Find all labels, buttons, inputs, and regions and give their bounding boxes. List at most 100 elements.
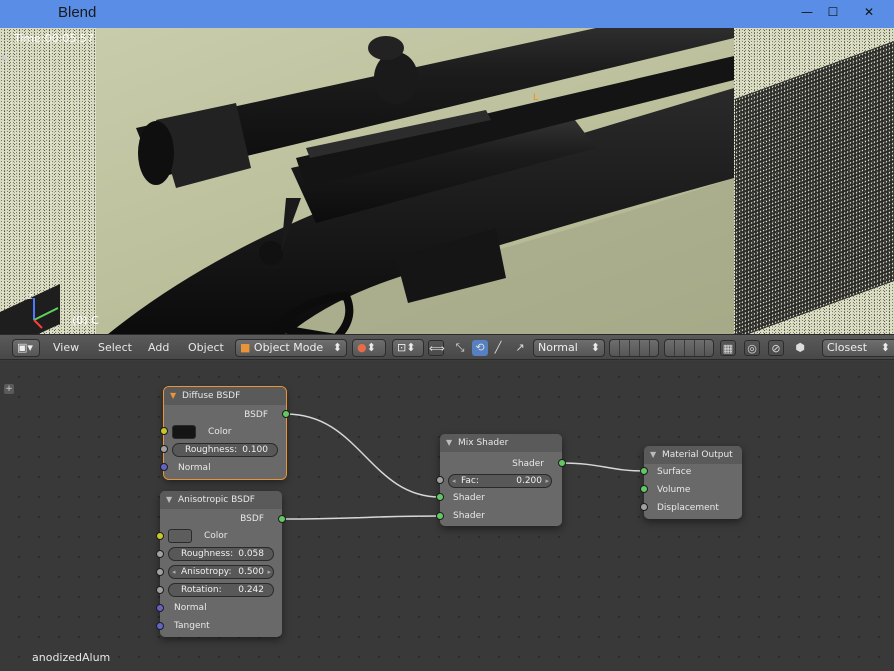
menu-add[interactable]: Add	[148, 341, 169, 354]
mix-fac-socket[interactable]	[436, 476, 444, 484]
window-title-bar: Blend — ☐ ✕	[0, 0, 894, 28]
anisotropic-color-socket[interactable]	[156, 532, 164, 540]
diffuse-roughness-socket[interactable]	[160, 445, 168, 453]
node-title: Material Output	[662, 450, 733, 460]
node-header[interactable]: ▼ Anisotropic BSDF	[160, 491, 282, 509]
anisotropic-rotation-socket[interactable]	[156, 586, 164, 594]
field-value: 0.500	[238, 567, 264, 577]
viewport-shading-select[interactable]: ●⬍	[352, 339, 386, 357]
material-name-label: anodizedAlum	[32, 651, 111, 664]
fac-field[interactable]: ◂ Fac: 0.200 ▸	[448, 474, 552, 488]
output-label: BSDF	[244, 410, 268, 420]
menu-select[interactable]: Select	[98, 341, 132, 354]
snap-toggle-icon[interactable]: ⊘	[768, 340, 784, 356]
field-label: Roughness:	[185, 445, 238, 455]
collapse-arrow-icon[interactable]: ▼	[650, 446, 656, 464]
scale-manipulator-icon[interactable]: ╱	[490, 340, 506, 356]
link-diffuse-to-mix	[285, 413, 441, 498]
anisotropic-tangent-socket[interactable]	[156, 622, 164, 630]
color-label: Color	[208, 427, 232, 437]
output-surface-socket[interactable]	[640, 467, 648, 475]
rifle-render-image: L	[108, 28, 734, 334]
material-output-node[interactable]: ▼ Material Output Surface Volume Displac…	[644, 446, 742, 519]
color-swatch[interactable]	[168, 529, 192, 543]
diffuse-bsdf-node[interactable]: ▼ Diffuse BSDF BSDF Color Roughness: 0.1…	[163, 386, 287, 480]
roughness-field[interactable]: Roughness: 0.058	[168, 547, 274, 561]
minimize-button[interactable]: —	[796, 2, 818, 22]
output-volume-socket[interactable]	[640, 485, 648, 493]
layer-buttons-1[interactable]	[609, 339, 659, 375]
output-displacement-socket[interactable]	[640, 503, 648, 511]
layer-buttons-2[interactable]	[664, 339, 714, 375]
field-value: 0.058	[238, 549, 264, 559]
field-label: Anisotropy:	[181, 567, 232, 577]
collapse-arrow-icon[interactable]: ▼	[170, 387, 176, 405]
field-value: 0.242	[238, 585, 264, 595]
viewport-corner-widget[interactable]: ◣	[2, 52, 14, 64]
noisy-render-region	[735, 37, 894, 334]
maximize-button[interactable]: ☐	[822, 2, 844, 22]
rotation-field[interactable]: Rotation: 0.242	[168, 583, 274, 597]
proportional-edit-icon[interactable]: ◎	[744, 340, 760, 356]
surface-label: Surface	[657, 467, 692, 477]
field-label: Fac:	[461, 476, 479, 486]
anisotropic-bsdf-output-socket[interactable]	[278, 515, 286, 523]
snap-target-label: Closest	[827, 341, 868, 354]
increment-arrow-icon[interactable]: ▸	[267, 566, 271, 578]
svg-text:Z: Z	[28, 293, 33, 301]
3d-view-header: ▣▾ View Select Add Object ■ Object Mode …	[0, 334, 894, 375]
render-time-label: Time:00:05.57	[14, 32, 94, 45]
anisotropic-roughness-socket[interactable]	[156, 550, 164, 558]
node-title: Diffuse BSDF	[182, 391, 241, 401]
anisotropic-bsdf-node[interactable]: ▼ Anisotropic BSDF BSDF Color Roughness:…	[160, 491, 282, 637]
mix-shader-node[interactable]: ▼ Mix Shader Shader ◂ Fac: 0.200 ▸ Shade…	[440, 434, 562, 526]
decrement-arrow-icon[interactable]: ◂	[452, 475, 456, 487]
manipulator-toggle-icon[interactable]: ⟺	[428, 340, 445, 356]
roughness-field[interactable]: Roughness: 0.100	[172, 443, 278, 457]
menu-object[interactable]: Object	[188, 341, 224, 354]
color-swatch[interactable]	[172, 425, 196, 439]
transform-orientation-label: Normal	[538, 341, 578, 354]
mix-shader-input-2-socket[interactable]	[436, 512, 444, 520]
node-header[interactable]: ▼ Mix Shader	[440, 434, 562, 452]
collapse-arrow-icon[interactable]: ▼	[166, 491, 172, 509]
close-button[interactable]: ✕	[844, 2, 894, 22]
mode-select[interactable]: ■ Object Mode ⬍	[235, 339, 347, 357]
lock-layers-icon[interactable]: ▦	[720, 340, 736, 356]
transform-orientation-select[interactable]: Normal ⬍	[533, 339, 605, 357]
mix-shader-output-socket[interactable]	[558, 459, 566, 467]
pivot-point-select[interactable]: ⊡⬍	[392, 339, 424, 357]
tangent-label: Tangent	[174, 621, 210, 631]
node-editor[interactable]: + ▼ Diffuse BSDF BSDF Color Roughness: 0…	[0, 361, 894, 671]
collapse-arrow-icon[interactable]: ▼	[446, 434, 452, 452]
3d-viewport[interactable]: ◣ Time:00:05.57 L Z (0) C	[0, 28, 894, 334]
link-anisotropic-to-mix	[281, 515, 441, 520]
shading-sphere-icon: ●	[357, 341, 367, 354]
normal-label: Normal	[174, 603, 207, 613]
node-title: Anisotropic BSDF	[178, 495, 255, 505]
snap-element-icon[interactable]: ⬢	[792, 340, 808, 356]
mix-shader-input-1-socket[interactable]	[436, 493, 444, 501]
field-label: Roughness:	[181, 549, 234, 559]
output-label: BSDF	[240, 514, 264, 524]
menu-view[interactable]: View	[53, 341, 79, 354]
snap-target-select[interactable]: Closest ⬍	[822, 339, 894, 357]
orientation-icon[interactable]: ↗	[512, 340, 528, 356]
translate-manipulator-icon[interactable]: ⤡	[452, 340, 468, 356]
increment-arrow-icon[interactable]: ▸	[545, 475, 549, 487]
node-header[interactable]: ▼ Diffuse BSDF	[164, 387, 286, 405]
output-label: Shader	[512, 459, 544, 469]
anisotropic-normal-socket[interactable]	[156, 604, 164, 612]
field-label: Rotation:	[181, 585, 222, 595]
anisotropic-anisotropy-socket[interactable]	[156, 568, 164, 576]
editor-type-button[interactable]: ▣▾	[12, 339, 40, 357]
diffuse-color-socket[interactable]	[160, 427, 168, 435]
field-value: 0.200	[516, 476, 542, 486]
diffuse-normal-socket[interactable]	[160, 463, 168, 471]
node-header[interactable]: ▼ Material Output	[644, 446, 742, 464]
anisotropy-field[interactable]: ◂ Anisotropy: 0.500 ▸	[168, 565, 274, 579]
rotate-manipulator-icon[interactable]: ⟲	[472, 340, 488, 356]
decrement-arrow-icon[interactable]: ◂	[172, 566, 176, 578]
diffuse-bsdf-output-socket[interactable]	[282, 410, 290, 418]
volume-label: Volume	[657, 485, 691, 495]
